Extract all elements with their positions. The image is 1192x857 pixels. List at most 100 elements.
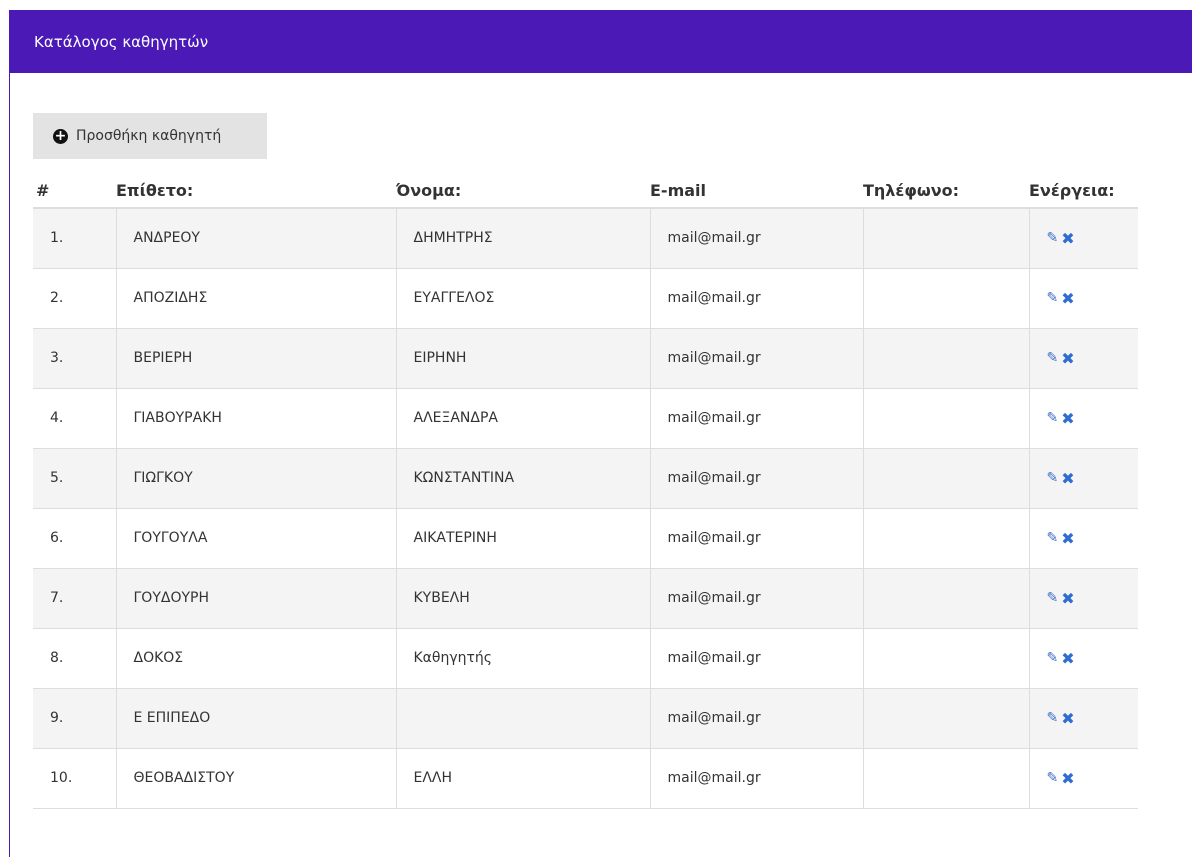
row-number: 2. (33, 267, 116, 328)
delete-x-icon[interactable]: ✖ (1061, 769, 1074, 788)
phone-cell (862, 327, 1029, 388)
row-actions: ✎ ✖ (1047, 289, 1139, 308)
row-actions: ✎ ✖ (1047, 649, 1139, 668)
surname-cell: ΑΠΟΖΙΔΗΣ (115, 267, 396, 328)
edit-pencil-icon[interactable]: ✎ (1047, 710, 1059, 726)
col-header-number[interactable]: # (33, 174, 116, 209)
delete-x-icon[interactable]: ✖ (1061, 589, 1074, 608)
name-cell: ΕΛΛΗ (395, 747, 650, 809)
delete-x-icon[interactable]: ✖ (1061, 229, 1074, 248)
actions-cell: ✎ ✖ (1028, 207, 1139, 268)
phone-cell (862, 627, 1029, 688)
row-number: 9. (33, 687, 116, 748)
edit-pencil-icon[interactable]: ✎ (1047, 770, 1059, 786)
delete-x-icon[interactable]: ✖ (1061, 469, 1074, 488)
actions-cell: ✎ ✖ (1028, 567, 1139, 628)
edit-pencil-icon[interactable]: ✎ (1047, 230, 1059, 246)
actions-cell: ✎ ✖ (1028, 447, 1139, 508)
row-number: 8. (33, 627, 116, 688)
row-actions: ✎ ✖ (1047, 769, 1139, 788)
plus-circle-icon: + (53, 128, 68, 144)
phone-cell (862, 687, 1029, 748)
surname-cell: ΘΕΟΒΑΔΙΣΤΟΥ (115, 747, 396, 809)
actions-cell: ✎ ✖ (1028, 507, 1138, 568)
actions-cell: ✎ ✖ (1028, 627, 1139, 688)
add-teacher-label: Προσθήκη καθηγητή (76, 128, 222, 144)
edit-pencil-icon[interactable]: ✎ (1047, 530, 1059, 546)
panel-title: Κατάλογος καθηγητών (34, 32, 209, 51)
table-row: 4. ΓΙΑΒΟΥΡΑΚΗ ΑΛΕΞΑΝΔΡΑ mail@mail.gr ✎ ✖ (33, 387, 1139, 448)
table-row: 5. ΓΙΩΓΚΟΥ ΚΩΝΣΤΑΝΤΙΝΑ mail@mail.gr ✎ ✖ (33, 447, 1139, 508)
delete-x-icon[interactable]: ✖ (1061, 709, 1074, 728)
teachers-table: # Επίθετο: Όνομα: E-mail Τηλέφωνο: Ενέργ… (33, 174, 1138, 809)
row-actions: ✎ ✖ (1047, 709, 1139, 728)
email-cell: mail@mail.gr (649, 447, 863, 508)
phone-cell (862, 507, 1029, 568)
row-actions: ✎ ✖ (1047, 409, 1139, 428)
name-cell: ΚΥΒΕΛΗ (395, 567, 650, 628)
actions-cell: ✎ ✖ (1028, 687, 1139, 748)
col-header-name[interactable]: Όνομα: (396, 174, 650, 209)
phone-cell (862, 387, 1029, 448)
edit-pencil-icon[interactable]: ✎ (1047, 470, 1059, 486)
name-cell: Καθηγητής (395, 627, 650, 688)
row-number: 4. (33, 387, 116, 448)
add-teacher-button[interactable]: + Προσθήκη καθηγητή (33, 113, 267, 159)
phone-cell (862, 207, 1029, 268)
name-cell: ΑΙΚΑΤΕΡΙΝΗ (395, 507, 650, 568)
table-row: 6. ΓΟΥΓΟΥΛΑ ΑΙΚΑΤΕΡΙΝΗ mail@mail.gr ✎ ✖ (33, 507, 1138, 568)
name-cell: ΑΛΕΞΑΝΔΡΑ (395, 387, 650, 448)
name-cell: ΚΩΝΣΤΑΝΤΙΝΑ (395, 447, 650, 508)
edit-pencil-icon[interactable]: ✎ (1047, 650, 1059, 666)
phone-cell (862, 747, 1029, 809)
col-header-phone[interactable]: Τηλέφωνο: (863, 174, 1029, 209)
surname-cell: ΓΟΥΔΟΥΡΗ (115, 567, 396, 628)
email-cell: mail@mail.gr (649, 567, 863, 628)
delete-x-icon[interactable]: ✖ (1061, 649, 1074, 668)
email-cell: mail@mail.gr (649, 267, 863, 328)
surname-cell: ΑΝΔΡΕΟΥ (115, 207, 396, 268)
delete-x-icon[interactable]: ✖ (1061, 409, 1074, 428)
row-actions: ✎ ✖ (1047, 229, 1139, 248)
actions-cell: ✎ ✖ (1028, 387, 1139, 448)
email-cell: mail@mail.gr (649, 747, 863, 809)
table-row: 3. ΒΕΡΙΕΡΗ ΕΙΡΗΝΗ mail@mail.gr ✎ ✖ (33, 327, 1139, 388)
top-strip (0, 0, 1192, 10)
edit-pencil-icon[interactable]: ✎ (1047, 590, 1059, 606)
table-header-row: # Επίθετο: Όνομα: E-mail Τηλέφωνο: Ενέργ… (33, 174, 1138, 209)
email-cell: mail@mail.gr (649, 387, 863, 448)
name-cell: ΕΥΑΓΓΕΛΟΣ (395, 267, 650, 328)
row-actions: ✎ ✖ (1047, 469, 1139, 488)
row-number: 7. (33, 567, 116, 628)
phone-cell (862, 447, 1029, 508)
name-cell: ΔΗΜΗΤΡΗΣ (395, 207, 650, 268)
phone-cell (862, 267, 1029, 328)
edit-pencil-icon[interactable]: ✎ (1047, 290, 1059, 306)
email-cell: mail@mail.gr (649, 327, 863, 388)
surname-cell: Ε ΕΠΙΠΕΔΟ (115, 687, 396, 748)
panel-border (9, 10, 10, 857)
row-number: 5. (33, 447, 116, 508)
panel-header: Κατάλογος καθηγητών (9, 10, 1192, 73)
row-number: 10. (33, 747, 116, 809)
row-actions: ✎ ✖ (1047, 349, 1139, 368)
table-row: 1. ΑΝΔΡΕΟΥ ΔΗΜΗΤΡΗΣ mail@mail.gr ✎ ✖ (33, 207, 1139, 268)
edit-pencil-icon[interactable]: ✎ (1047, 350, 1059, 366)
edit-pencil-icon[interactable]: ✎ (1047, 410, 1059, 426)
name-cell: ΕΙΡΗΝΗ (395, 327, 650, 388)
delete-x-icon[interactable]: ✖ (1061, 289, 1074, 308)
delete-x-icon[interactable]: ✖ (1061, 349, 1074, 368)
col-header-email[interactable]: E-mail (650, 174, 863, 209)
row-number: 1. (33, 207, 116, 268)
email-cell: mail@mail.gr (649, 627, 863, 688)
table-row: 10. ΘΕΟΒΑΔΙΣΤΟΥ ΕΛΛΗ mail@mail.gr ✎ ✖ (33, 747, 1139, 809)
delete-x-icon[interactable]: ✖ (1061, 529, 1074, 548)
surname-cell: ΒΕΡΙΕΡΗ (115, 327, 396, 388)
row-actions: ✎ ✖ (1047, 589, 1139, 608)
email-cell: mail@mail.gr (649, 687, 863, 748)
col-header-surname[interactable]: Επίθετο: (116, 174, 396, 209)
table-row: 8. ΔΟΚΟΣ Καθηγητής mail@mail.gr ✎ ✖ (33, 627, 1139, 688)
table-row: 7. ΓΟΥΔΟΥΡΗ ΚΥΒΕΛΗ mail@mail.gr ✎ ✖ (33, 567, 1139, 628)
col-header-actions: Ενέργεια: (1029, 174, 1138, 209)
surname-cell: ΔΟΚΟΣ (115, 627, 396, 688)
